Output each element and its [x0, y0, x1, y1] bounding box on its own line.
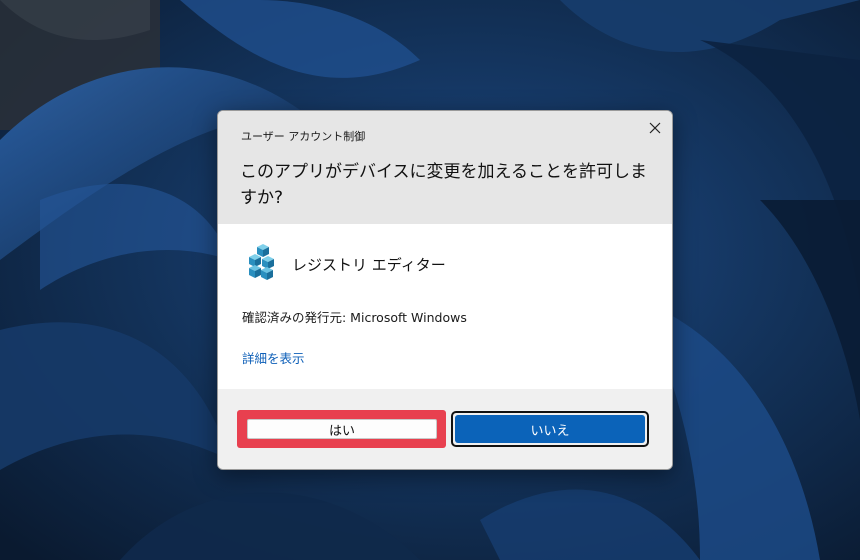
registry-editor-icon — [249, 244, 274, 280]
dialog-header: ユーザー アカウント制御 このアプリがデバイスに変更を加えることを許可しますか? — [218, 111, 672, 224]
dialog-caption: ユーザー アカウント制御 — [241, 130, 366, 143]
app-name: レジストリ エディター — [292, 256, 446, 274]
yes-button[interactable]: はい — [247, 419, 437, 439]
uac-dialog: ユーザー アカウント制御 このアプリがデバイスに変更を加えることを許可しますか? — [217, 110, 673, 470]
close-icon — [649, 122, 661, 134]
show-details-link[interactable]: 詳細を表示 — [242, 348, 305, 367]
close-button[interactable] — [642, 117, 668, 139]
dialog-question: このアプリがデバイスに変更を加えることを許可しますか? — [240, 162, 647, 208]
publisher-text: 確認済みの発行元: Microsoft Windows — [242, 310, 467, 325]
dialog-footer: はい いいえ — [218, 389, 672, 469]
no-button[interactable]: いいえ — [455, 415, 645, 443]
